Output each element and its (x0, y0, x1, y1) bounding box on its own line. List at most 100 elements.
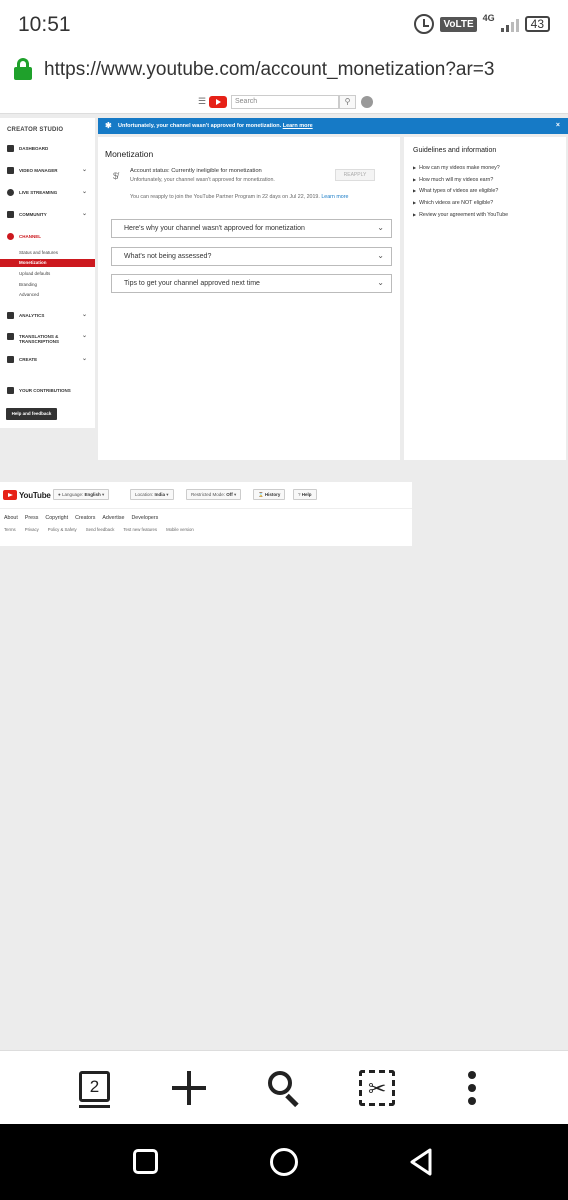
history-button[interactable]: ⌛ History (253, 489, 286, 500)
translate-icon (7, 333, 14, 340)
url-bar[interactable]: https://www.youtube.com/account_monetiza… (0, 50, 568, 90)
guideline-link[interactable]: Which videos are NOT eligible? (413, 200, 493, 206)
footer-link[interactable]: Terms (4, 527, 16, 532)
sidebar-item-channel[interactable]: CHANNEL (0, 231, 95, 243)
sidebar-item-dashboard[interactable]: DASHBOARD (0, 143, 95, 155)
reapply-learn-more-link[interactable]: Learn more (321, 194, 348, 200)
sidebar-item-contributions[interactable]: YOUR CONTRIBUTIONS (0, 385, 95, 397)
status-icons: VoLTE 4G 43 (414, 13, 550, 34)
footer-link[interactable]: About (4, 515, 18, 521)
account-status-detail: Unfortunately, your channel wasn't appro… (130, 177, 275, 183)
footer-links-primary: About Press Copyright Creators Advertise… (4, 515, 158, 521)
footer-links-secondary: Terms Privacy Policy & Safety Send feedb… (4, 527, 194, 532)
system-nav-bar (0, 1124, 568, 1200)
recents-icon[interactable] (133, 1149, 158, 1174)
community-icon (7, 211, 14, 218)
reapply-button[interactable]: REAPPLY (335, 169, 375, 181)
language-button[interactable]: ● Language: English ▾ (53, 489, 110, 500)
chevron-down-icon: ⌄ (377, 223, 384, 232)
footer-link[interactable]: Test new features (123, 527, 157, 532)
info-star-icon: ✱ (105, 121, 112, 130)
youtube-logo-icon (3, 490, 17, 500)
help-feedback-button[interactable]: Help and feedback (6, 408, 57, 420)
page-title: Monetization (105, 149, 154, 159)
guideline-link[interactable]: How much will my videos earn? (413, 177, 493, 183)
sidebar-item-community[interactable]: COMMUNITY ⌄ (0, 209, 95, 221)
web-page: ☰ Search ⚲ CREATOR STUDIO DASHBOARD VIDE… (0, 90, 568, 1050)
footer-link[interactable]: Advertise (102, 515, 124, 521)
location-button[interactable]: Location: India ▾ (130, 489, 174, 500)
sidebar-item-live-streaming[interactable]: LIVE STREAMING ⌄ (0, 187, 95, 199)
guideline-link[interactable]: Review your agreement with YouTube (413, 212, 508, 218)
youtube-logo-icon[interactable] (209, 96, 227, 108)
search-button[interactable]: ⚲ (339, 95, 356, 109)
monetization-card: Monetization $̸ Account status: Currentl… (98, 137, 400, 460)
accordion-tips[interactable]: Tips to get your channel approved next t… (111, 274, 392, 293)
sidebar-sub-upload-defaults[interactable]: Upload defaults (19, 271, 50, 276)
footer-link[interactable]: Copyright (45, 515, 68, 521)
chevron-down-icon: ⌄ (377, 251, 384, 260)
notification-banner: ✱ Unfortunately, your channel wasn't app… (98, 118, 568, 134)
battery-icon: 43 (524, 16, 550, 32)
screenshot-icon[interactable]: ✂ (359, 1070, 395, 1106)
banner-learn-more-link[interactable]: Learn more (283, 123, 313, 129)
back-icon[interactable] (408, 1147, 434, 1177)
chevron-down-icon: ⌄ (81, 356, 87, 362)
dashboard-icon (7, 145, 14, 152)
guidelines-title: Guidelines and information (413, 147, 497, 154)
search-icon[interactable] (268, 1071, 302, 1108)
youtube-footer: YouTube ● Language: English ▾ Location: … (0, 482, 412, 546)
account-status: Account status: Currently ineligible for… (130, 168, 262, 174)
reapply-note: You can reapply to join the YouTube Part… (130, 194, 349, 200)
guideline-link[interactable]: How can my videos make money? (413, 165, 500, 171)
tabs-button[interactable]: 2 (79, 1071, 110, 1108)
footer-link[interactable]: Privacy (25, 527, 39, 532)
search-input[interactable]: Search (231, 95, 339, 109)
browser-toolbar: 2 ✂ (0, 1050, 568, 1124)
menu-icon[interactable]: ☰ (198, 96, 206, 107)
sidebar-item-video-manager[interactable]: VIDEO MANAGER ⌄ (0, 165, 95, 177)
analytics-icon (7, 312, 14, 319)
footer-link[interactable]: Send feedback (86, 527, 115, 532)
channel-icon (7, 233, 14, 240)
accordion-why-not-approved[interactable]: Here's why your channel wasn't approved … (111, 219, 392, 238)
chevron-down-icon: ⌄ (81, 167, 87, 173)
network-type: 4G (482, 13, 495, 23)
chevron-down-icon: ⌄ (81, 333, 87, 339)
home-icon[interactable] (270, 1148, 298, 1176)
no-money-icon: $̸ (113, 171, 119, 181)
new-tab-icon[interactable] (172, 1071, 206, 1105)
accordion-not-assessed[interactable]: What's not being assessed? ⌄ (111, 247, 392, 266)
avatar[interactable] (361, 96, 373, 108)
more-vert-icon[interactable] (467, 1071, 477, 1105)
chevron-down-icon: ⌄ (81, 312, 87, 318)
url-text[interactable]: https://www.youtube.com/account_monetiza… (44, 59, 494, 81)
sidebar-sub-monetization[interactable]: Monetization (0, 259, 95, 267)
footer-divider (0, 508, 412, 509)
sidebar-sub-advanced[interactable]: Advanced (19, 292, 39, 297)
sidebar-item-analytics[interactable]: ANALYTICS ⌄ (0, 310, 95, 322)
create-icon (7, 356, 14, 363)
guideline-link[interactable]: What types of videos are eligible? (413, 188, 498, 194)
footer-link[interactable]: Mobile version (166, 527, 194, 532)
footer-link[interactable]: Press (25, 515, 39, 521)
sidebar-title: CREATOR STUDIO (7, 127, 64, 133)
footer-link[interactable]: Creators (75, 515, 95, 521)
banner-message: Unfortunately, your channel wasn't appro… (118, 123, 282, 129)
sidebar-sub-status[interactable]: Status and features (19, 250, 58, 255)
creator-studio-sidebar: CREATOR STUDIO DASHBOARD VIDEO MANAGER ⌄… (0, 118, 95, 428)
status-bar: 10:51 VoLTE 4G 43 (0, 0, 568, 50)
sidebar-sub-branding[interactable]: Branding (19, 282, 37, 287)
footer-link[interactable]: Developers (131, 515, 158, 521)
help-button[interactable]: ? Help (293, 489, 317, 500)
youtube-logo[interactable]: YouTube (3, 490, 51, 500)
lock-icon[interactable] (14, 58, 32, 80)
sidebar-item-create[interactable]: CREATE ⌄ (0, 354, 95, 366)
footer-link[interactable]: Policy & Safety (48, 527, 77, 532)
sidebar-item-translations[interactable]: TRANSLATIONS & TRANSCRIPTIONS ⌄ (0, 331, 95, 347)
restricted-mode-button[interactable]: Restricted Mode: Off ▾ (186, 489, 242, 500)
signal-icon (500, 16, 519, 32)
close-icon[interactable]: × (556, 122, 560, 129)
chevron-down-icon: ⌄ (81, 211, 87, 217)
video-manager-icon (7, 167, 14, 174)
